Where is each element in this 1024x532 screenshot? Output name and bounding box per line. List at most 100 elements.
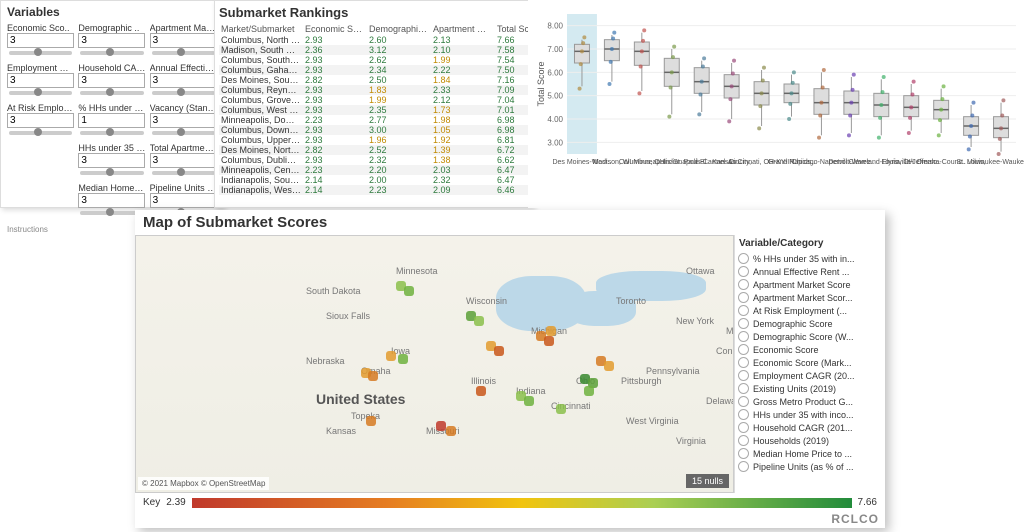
col-header[interactable]: Market/Submarket [219,23,303,35]
var-input[interactable] [78,33,145,48]
map-marker[interactable] [494,346,504,356]
table-row[interactable]: Minneapolis, Central St..2.232.202.036.4… [219,165,534,175]
category-option[interactable]: Gross Metro Product G... [735,395,885,408]
var-input[interactable] [7,73,74,88]
var-slider[interactable] [152,91,215,95]
var-input[interactable] [78,113,145,128]
map-marker[interactable] [546,326,556,336]
map-state-label: Ottawa [686,266,715,276]
map-marker[interactable] [556,404,566,414]
map-marker[interactable] [446,426,456,436]
table-row[interactable]: Columbus, Grove City/..2.931.992.127.04 [219,95,534,105]
table-row[interactable]: Indianapolis, Southwest..2.142.002.326.4… [219,175,534,185]
map-marker[interactable] [436,421,446,431]
map-marker[interactable] [366,416,376,426]
var-slider[interactable] [9,131,72,135]
table-row[interactable]: Columbus, Downtown ..2.933.001.056.98 [219,125,534,135]
key-max: 7.66 [858,497,877,508]
map-state-label: Kansas [326,426,356,436]
boxplot-chart: 3.004.005.006.007.008.00Total ScoreDes M… [528,0,1024,208]
category-option[interactable]: Demographic Score (W... [735,330,885,343]
table-row[interactable]: Madison, South Central..2.363.122.107.58 [219,45,534,55]
map-marker[interactable] [584,386,594,396]
category-option[interactable]: Pipeline Units (as % of ... [735,460,885,473]
col-header[interactable]: Economic Score [303,23,367,35]
var-input[interactable] [150,73,217,88]
category-option[interactable]: Employment CAGR (20... [735,369,885,382]
map-state-label: Delaware [706,396,734,406]
var-input[interactable] [78,73,145,88]
map-state-label: Toronto [616,296,646,306]
map-marker[interactable] [368,371,378,381]
var-slider[interactable] [9,51,72,55]
nulls-badge: 15 nulls [686,474,729,488]
svg-text:7.00: 7.00 [547,45,563,54]
category-option[interactable]: HHs under 35 with inco... [735,408,885,421]
category-option[interactable]: % HHs under 35 with in... [735,252,885,265]
table-row[interactable]: Columbus, Gahanna/N..2.932.342.227.50 [219,65,534,75]
map-marker[interactable] [474,316,484,326]
var-slider[interactable] [152,131,215,135]
var-label: Demographic .. [78,23,145,33]
category-option[interactable]: Apartment Market Scor... [735,291,885,304]
var-input[interactable] [150,153,217,168]
var-input[interactable] [150,113,217,128]
category-option[interactable]: Existing Units (2019) [735,382,885,395]
var-input[interactable] [7,33,74,48]
var-slider[interactable] [80,171,143,175]
map-marker[interactable] [544,336,554,346]
var-label: HHs under 35 with i.. [78,143,145,153]
map-marker[interactable] [386,351,396,361]
table-row[interactable]: Columbus, Dublin/Hilliard2.932.321.386.6… [219,155,534,165]
category-option[interactable]: Household CAGR (201... [735,421,885,434]
var-input[interactable] [78,193,145,208]
category-option[interactable]: Demographic Score [735,317,885,330]
table-row[interactable]: Columbus, Reynoldsbur..2.931.832.337.09 [219,85,534,95]
table-row[interactable]: Columbus, North Centr..2.932.602.137.66 [219,35,534,45]
table-row[interactable]: Columbus, West Colum..2.932.351.737.01 [219,105,534,115]
var-slider[interactable] [152,51,215,55]
var-label: Vacancy (Standard De.. [150,103,217,113]
map-marker[interactable] [524,396,534,406]
svg-text:4.00: 4.00 [547,115,563,124]
map-marker[interactable] [404,286,414,296]
map-marker[interactable] [476,386,486,396]
var-input[interactable] [150,193,217,208]
svg-text:3.00: 3.00 [547,138,563,147]
table-row[interactable]: Des Moines, South Des..2.822.501.847.16 [219,75,534,85]
map-label: United States [316,391,405,407]
var-slider[interactable] [80,51,143,55]
category-option[interactable]: At Risk Employment (... [735,304,885,317]
col-header[interactable]: Demographic Score [367,23,431,35]
category-option[interactable]: Households (2019) [735,434,885,447]
var-input[interactable] [7,113,74,128]
var-slider[interactable] [80,131,143,135]
col-header[interactable]: Apartment Market S.. [431,23,495,35]
map-attribution: © 2021 Mapbox © OpenStreetMap [138,477,269,490]
category-option[interactable]: Annual Effective Rent ... [735,265,885,278]
table-row[interactable]: Columbus, Upper Arling..2.931.961.926.81 [219,135,534,145]
map-state-label: West Virginia [626,416,679,426]
var-slider[interactable] [80,91,143,95]
category-list[interactable]: Variable/Category % HHs under 35 with in… [734,235,885,493]
svg-text:6.00: 6.00 [547,68,563,77]
table-row[interactable]: Minneapolis, Downtown..2.232.771.986.98 [219,115,534,125]
map-state-label: Wisconsin [466,296,507,306]
key-label: Key [143,497,160,508]
table-row[interactable]: Indianapolis, West India..2.142.232.096.… [219,185,534,195]
map-canvas[interactable]: © 2021 Mapbox © OpenStreetMap 15 nulls U… [135,235,734,493]
category-option[interactable]: Economic Score [735,343,885,356]
var-input[interactable] [78,153,145,168]
var-input[interactable] [150,33,217,48]
var-slider[interactable] [9,91,72,95]
map-marker[interactable] [398,354,408,364]
category-option[interactable]: Median Home Price to ... [735,447,885,460]
table-row[interactable]: Des Moines, Northeast ..2.822.521.396.72 [219,145,534,155]
map-title: Map of Submarket Scores [135,210,885,235]
map-state-label: Connecticut [716,346,734,356]
category-option[interactable]: Apartment Market Score [735,278,885,291]
map-marker[interactable] [604,361,614,371]
var-slider[interactable] [152,171,215,175]
table-row[interactable]: Columbus, Southeast C..2.932.621.997.54 [219,55,534,65]
category-option[interactable]: Economic Score (Mark... [735,356,885,369]
